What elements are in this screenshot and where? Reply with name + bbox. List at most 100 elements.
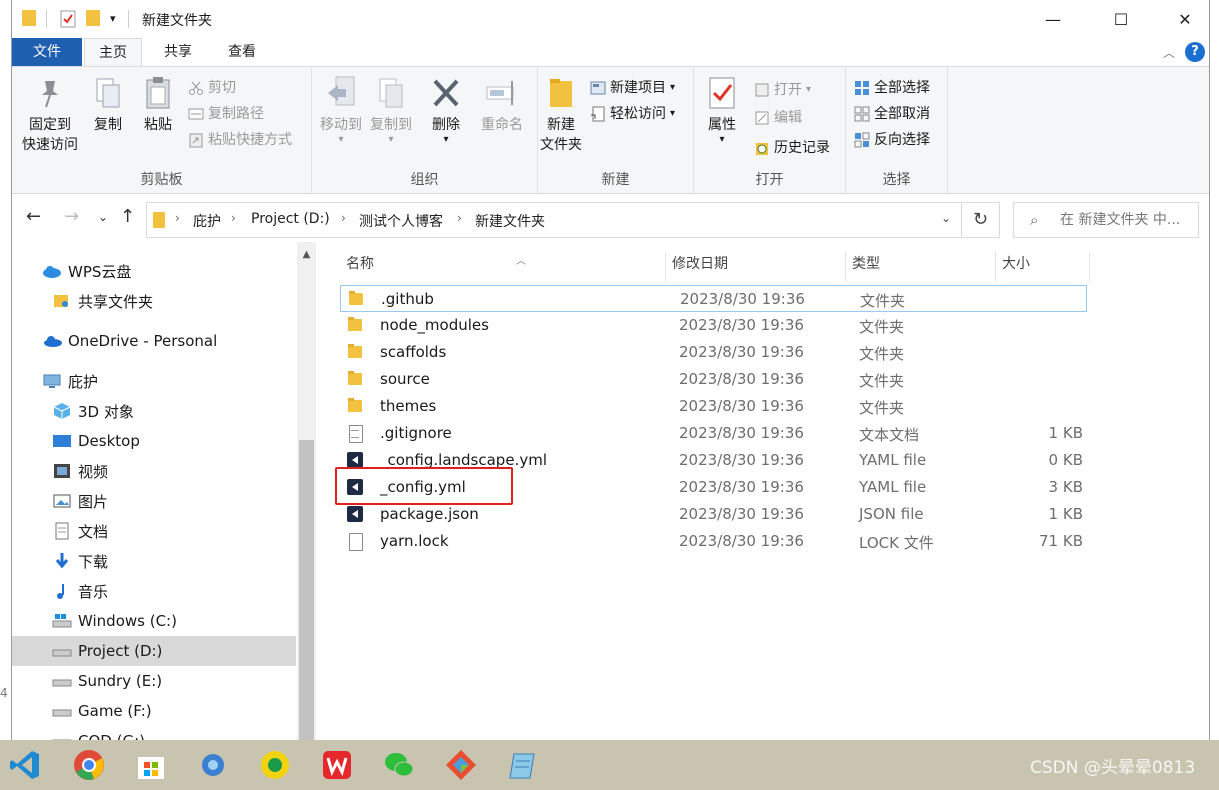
nav-item-downloads[interactable]: 下载 xyxy=(12,546,296,576)
select-all-icon xyxy=(854,80,870,96)
breadcrumb-separator[interactable]: › xyxy=(231,211,236,225)
breadcrumb-separator[interactable]: › xyxy=(341,211,346,225)
nav-item-onedrive[interactable]: OneDrive - Personal xyxy=(12,326,296,356)
copy-path-button[interactable]: 复制路径 xyxy=(188,103,264,125)
recent-locations-icon[interactable]: ⌄ xyxy=(98,210,108,224)
file-name: source xyxy=(380,370,430,388)
edit-button[interactable]: 编辑 xyxy=(754,107,802,129)
file-row-yarn-lock[interactable]: yarn.lock 2023/8/30 19:36 LOCK 文件 71 KB xyxy=(340,528,1087,555)
nav-item-drive-f[interactable]: Game (F:) xyxy=(12,696,296,726)
tab-view[interactable]: 查看 xyxy=(214,38,270,66)
cut-button[interactable]: 剪切 xyxy=(188,77,236,99)
nav-item-3d-objects[interactable]: 3D 对象 xyxy=(12,396,296,426)
wps-icon[interactable] xyxy=(320,748,354,782)
up-arrow-icon[interactable]: ↑ xyxy=(120,206,135,227)
file-row-scaffolds[interactable]: scaffolds 2023/8/30 19:36 文件夹 xyxy=(340,339,1087,366)
invert-selection-button[interactable]: 反向选择 xyxy=(854,129,930,151)
nav-item-shared-folder[interactable]: 共享文件夹 xyxy=(12,286,296,316)
properties-dropdown-icon: ▾ xyxy=(719,134,725,145)
breadcrumb-item[interactable]: 测试个人博客 xyxy=(359,211,443,231)
nav-item-drive-c[interactable]: Windows (C:) xyxy=(12,606,296,636)
select-all-button[interactable]: 全部选择 xyxy=(854,77,930,99)
copy-button[interactable]: 复制 xyxy=(86,75,130,135)
address-bar[interactable]: › 庇护 › Project (D:) › 测试个人博客 › 新建文件夹 ⌄ xyxy=(146,202,962,238)
breadcrumb-separator[interactable]: › xyxy=(175,211,180,225)
file-row-source[interactable]: source 2023/8/30 19:36 文件夹 xyxy=(340,366,1087,393)
group-clipboard: 固定到 快速访问 复制 粘贴 剪切 复制路径 粘贴快捷方式 剪贴板 xyxy=(12,67,312,193)
file-row-gitignore[interactable]: .gitignore 2023/8/30 19:36 文本文档 1 KB xyxy=(340,420,1087,447)
nav-item-drive-d[interactable]: Project (D:) xyxy=(12,636,296,666)
vscode-icon[interactable] xyxy=(8,748,42,782)
column-header-type[interactable]: 类型 xyxy=(846,252,996,282)
ribbon: 固定到 快速访问 复制 粘贴 剪切 复制路径 粘贴快捷方式 剪贴板 移动到 ▾ … xyxy=(12,66,1209,194)
wechat-icon[interactable] xyxy=(382,748,416,782)
customize-quick-access-icon[interactable]: ▾ xyxy=(110,12,116,32)
move-to-button[interactable]: 移动到 ▾ xyxy=(316,75,366,145)
minimize-button[interactable]: — xyxy=(1030,0,1076,38)
pin-icon xyxy=(33,75,67,111)
address-dropdown-icon[interactable]: ⌄ xyxy=(941,211,951,225)
column-header-date[interactable]: 修改日期 xyxy=(666,252,846,282)
rename-button[interactable]: 重命名 xyxy=(474,75,530,135)
nav-item-documents[interactable]: 文档 xyxy=(12,516,296,546)
chrome-icon[interactable] xyxy=(72,748,106,782)
file-date: 2023/8/30 19:36 xyxy=(679,478,804,496)
file-row-themes[interactable]: themes 2023/8/30 19:36 文件夹 xyxy=(340,393,1087,420)
store-icon[interactable] xyxy=(134,748,168,782)
maximize-button[interactable]: ☐ xyxy=(1098,0,1144,38)
nav-item-videos[interactable]: 视频 xyxy=(12,456,296,486)
new-folder-button[interactable]: 新建 文件夹 xyxy=(538,75,584,155)
select-all-label: 全部选择 xyxy=(874,80,930,96)
help-icon[interactable]: ? xyxy=(1185,42,1205,62)
easy-access-button[interactable]: 轻松访问 ▾ xyxy=(590,103,675,125)
nav-item-pictures[interactable]: 图片 xyxy=(12,486,296,516)
breadcrumb-item[interactable]: 庇护 xyxy=(193,211,221,231)
tab-home[interactable]: 主页 xyxy=(84,38,142,67)
notepad-icon[interactable] xyxy=(506,748,540,782)
file-date: 2023/8/30 19:36 xyxy=(679,343,804,361)
tab-file[interactable]: 文件 xyxy=(12,38,82,66)
nav-item-music[interactable]: 音乐 xyxy=(12,576,296,606)
paste-shortcut-button[interactable]: 粘贴快捷方式 xyxy=(188,129,292,151)
paste-button[interactable]: 粘贴 xyxy=(136,75,180,135)
scrollbar-thumb[interactable] xyxy=(299,440,314,740)
search-input[interactable]: ⌕ 在 新建文件夹 中... xyxy=(1013,202,1199,238)
scroll-up-arrow-icon[interactable]: ▲ xyxy=(297,242,316,268)
close-button[interactable]: ✕ xyxy=(1162,0,1208,38)
tab-share[interactable]: 共享 xyxy=(150,38,206,66)
history-button[interactable]: 历史记录 xyxy=(754,137,830,159)
breadcrumb-item[interactable]: 新建文件夹 xyxy=(475,211,545,231)
nav-item-drive-g[interactable]: COD (G:) xyxy=(12,726,296,740)
breadcrumb-separator[interactable]: › xyxy=(457,211,462,225)
column-header-size[interactable]: 大小 xyxy=(996,252,1090,282)
nav-item-this-pc[interactable]: 庇护 xyxy=(12,366,296,396)
select-none-button[interactable]: 全部取消 xyxy=(854,103,930,125)
column-header-name[interactable]: 名称 ︿ xyxy=(340,252,666,282)
nav-item-desktop[interactable]: Desktop xyxy=(12,426,296,456)
media-app-icon[interactable] xyxy=(258,748,292,782)
file-row-github[interactable]: .github 2023/8/30 19:36 文件夹 xyxy=(340,285,1087,312)
settings-app-icon[interactable] xyxy=(196,748,230,782)
properties-quick-icon[interactable] xyxy=(60,10,76,30)
easy-access-icon xyxy=(590,106,606,122)
pin-to-quick-access-button[interactable]: 固定到 快速访问 xyxy=(18,75,82,155)
refresh-button[interactable]: ↻ xyxy=(962,202,1000,238)
forward-arrow-icon[interactable]: → xyxy=(64,206,79,227)
breadcrumb-item[interactable]: Project (D:) xyxy=(251,211,330,227)
open-button[interactable]: 打开 ▾ xyxy=(754,79,811,101)
copy-to-button[interactable]: 复制到 ▾ xyxy=(366,75,416,145)
file-date: 2023/8/30 19:36 xyxy=(679,370,804,388)
git-icon[interactable] xyxy=(444,748,478,782)
collapse-ribbon-icon[interactable]: ︿ xyxy=(1163,44,1175,61)
new-folder-label: 新建 xyxy=(547,117,575,133)
nav-label: 庇护 xyxy=(68,372,99,391)
nav-scrollbar[interactable]: ▲ xyxy=(297,242,316,740)
back-arrow-icon[interactable]: ← xyxy=(26,206,41,227)
properties-button[interactable]: 属性 ▾ xyxy=(700,75,744,145)
delete-button[interactable]: 删除 ▾ xyxy=(424,75,468,145)
file-row-package-json[interactable]: package.json 2023/8/30 19:36 JSON file 1… xyxy=(340,501,1087,528)
new-item-button[interactable]: 新建项目 ▾ xyxy=(590,77,675,99)
nav-item-drive-e[interactable]: Sundry (E:) xyxy=(12,666,296,696)
nav-item-wps-cloud[interactable]: WPS云盘 xyxy=(12,256,296,286)
file-row-node-modules[interactable]: node_modules 2023/8/30 19:36 文件夹 xyxy=(340,312,1087,339)
